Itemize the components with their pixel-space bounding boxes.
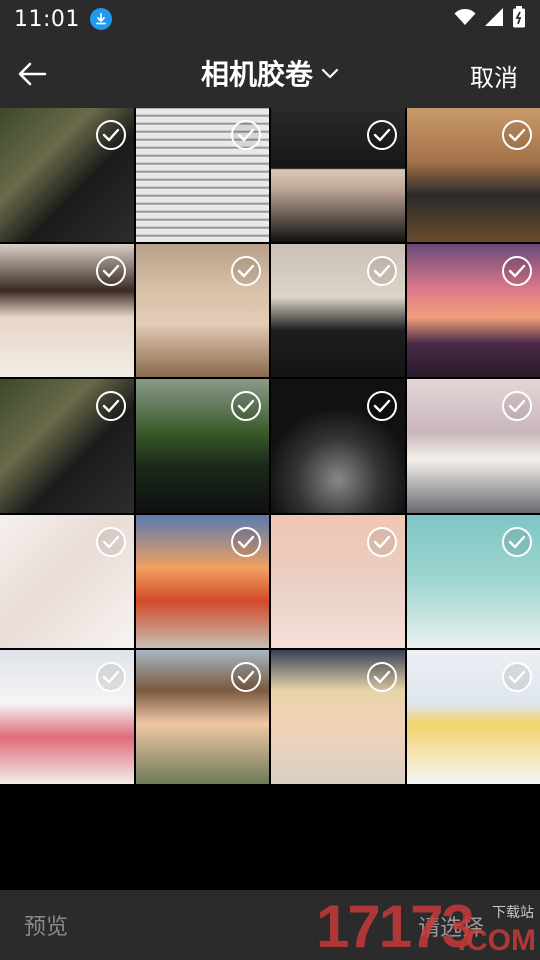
photo-tile-girl-knit-hat[interactable] (135, 243, 269, 377)
battery-icon (512, 6, 526, 32)
cancel-button[interactable]: 取消 (470, 58, 518, 93)
photo-tile-sunset-sea[interactable] (406, 243, 540, 377)
bottom-bar: 预览 请选择 (0, 890, 540, 960)
album-title[interactable]: 相机胶卷 (201, 53, 313, 93)
checkmark-circle-icon[interactable] (502, 120, 532, 150)
checkmark-circle-icon[interactable] (366, 662, 397, 692)
photo-tile-mercedes-steering-wheel[interactable] (271, 379, 405, 513)
photo-tile-handwritten-page[interactable] (135, 108, 269, 242)
checkmark-circle-icon[interactable] (502, 662, 532, 692)
photo-tile-black-sedan-street[interactable] (135, 379, 269, 513)
checkmark-circle-icon[interactable] (366, 526, 397, 557)
checkmark-circle-icon[interactable] (231, 120, 261, 150)
signal-icon (484, 7, 504, 31)
photo-tile-text-note-sunset[interactable] (271, 514, 405, 648)
photo-tile-cartoon-boy-blonde[interactable] (271, 650, 405, 784)
checkmark-circle-icon[interactable] (366, 120, 397, 150)
photo-tile-man-camera-mirror[interactable] (271, 243, 405, 377)
checkmark-circle-icon[interactable] (231, 526, 261, 557)
checkmark-circle-icon[interactable] (366, 255, 397, 286)
photo-tile-chibi-boy-star[interactable] (406, 650, 540, 784)
checkmark-circle-icon[interactable] (502, 255, 532, 286)
checkmark-circle-icon[interactable] (95, 526, 126, 557)
photo-tile-fluffy-dog[interactable] (0, 650, 134, 784)
app-header: 相机胶卷 取消 (0, 38, 540, 108)
status-time: 11:01 (14, 6, 80, 32)
download-icon (89, 8, 112, 30)
checkmark-circle-icon[interactable] (502, 526, 532, 557)
photo-tile-person-black-hoodie[interactable] (271, 108, 405, 242)
preview-button[interactable]: 预览 (24, 909, 68, 941)
back-button[interactable] (14, 56, 50, 92)
photo-tile-forbidden-city-sunset[interactable] (135, 514, 269, 648)
arrow-left-icon (18, 62, 47, 86)
checkmark-circle-icon[interactable] (95, 255, 126, 286)
photo-tile-anime-girl-sketch[interactable] (0, 514, 134, 648)
checkmark-circle-icon[interactable] (231, 662, 261, 692)
checkmark-circle-icon[interactable] (502, 391, 532, 421)
checkmark-circle-icon[interactable] (95, 120, 126, 150)
select-button[interactable]: 请选择 (418, 910, 484, 942)
photo-tile-offroad-suv-dust[interactable] (406, 108, 540, 242)
checkmark-circle-icon[interactable] (366, 391, 397, 421)
photo-tile-car-interior-sunset-2[interactable] (0, 379, 134, 513)
checkmark-circle-icon[interactable] (95, 662, 126, 692)
status-bar: 11:01 (0, 0, 540, 38)
chevron-down-icon[interactable] (321, 64, 339, 83)
checkmark-circle-icon[interactable] (95, 391, 126, 421)
photo-tile-car-interior-sunset[interactable] (0, 108, 134, 242)
photo-tile-two-white-cats[interactable] (406, 514, 540, 648)
photo-grid (0, 108, 540, 784)
photo-tile-girl-holding-cat[interactable] (406, 379, 540, 513)
wifi-icon (454, 8, 476, 30)
status-icons (454, 6, 526, 32)
checkmark-circle-icon[interactable] (231, 391, 261, 421)
album-title-group: 相机胶卷 (0, 38, 540, 108)
photo-tile-girl-lying-scarf[interactable] (0, 243, 134, 377)
checkmark-circle-icon[interactable] (231, 255, 261, 286)
photo-tile-cartoon-boy-backpack[interactable] (135, 650, 269, 784)
